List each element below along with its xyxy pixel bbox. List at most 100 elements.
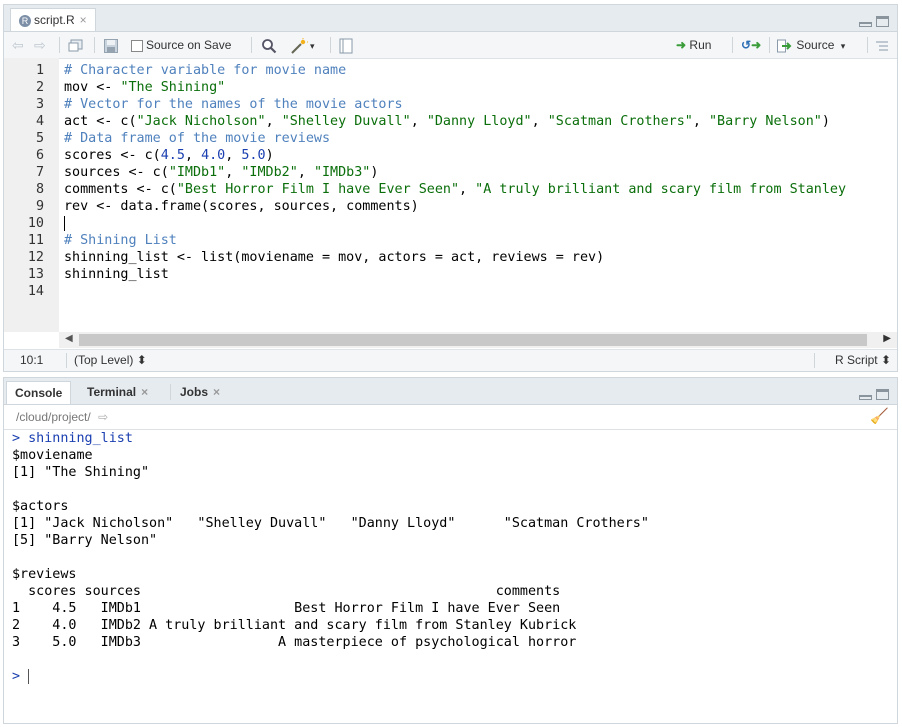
code-line[interactable]: 11 # Shining List <box>4 232 902 249</box>
window-controls <box>855 13 889 27</box>
code-editor[interactable]: 1 # Character variable for movie name 2 mov… <box>4 58 897 332</box>
code-token: act <- c( <box>64 114 137 129</box>
forward-arrow-icon[interactable]: ⇨ <box>34 32 46 58</box>
source-button[interactable]: Source ▾ <box>777 32 845 58</box>
text-cursor <box>64 215 65 231</box>
code-token: "The Shining" <box>120 80 226 95</box>
code-token: "IMDb2" <box>241 165 298 180</box>
line-number: 11 <box>27 233 44 248</box>
code-token: "IMDb3" <box>313 165 371 180</box>
maximize-icon[interactable] <box>876 16 889 27</box>
code-line[interactable]: 13 shinning_list <box>4 266 902 283</box>
code-line[interactable]: 7 sources <- c("IMDb1", "IMDb2", "IMDb3") <box>4 164 902 181</box>
code-line[interactable]: 8 comments <- c("Best Horror Film I have … <box>4 181 902 198</box>
tab-console[interactable]: Console <box>6 381 72 404</box>
code-token: "A truly brilliant and scary film from S… <box>475 182 847 197</box>
clear-console-broom-icon[interactable]: 🧹 <box>870 405 889 429</box>
code-text: scores <- c(4.5, 4.0, 5.0) <box>64 147 274 164</box>
line-number: 1 <box>35 63 44 78</box>
code-line[interactable]: 1 # Character variable for movie name <box>4 62 902 79</box>
line-number: 2 <box>35 80 44 95</box>
editor-tabbar: Rscript.R × <box>4 5 897 32</box>
checkbox-icon[interactable] <box>131 39 143 52</box>
code-line[interactable]: 12 shinning_list <- list(moviename = mov,… <box>4 249 902 266</box>
code-line[interactable]: 6 scores <- c(4.5, 4.0, 5.0) <box>4 147 902 164</box>
tab-label: Terminal <box>87 385 137 399</box>
code-line[interactable]: 4 act <- c("Jack Nicholson", "Shelley Duv… <box>4 113 902 130</box>
search-icon[interactable] <box>261 32 277 58</box>
code-line[interactable]: 5 # Data frame of the movie reviews <box>4 130 902 147</box>
rerun-icon[interactable]: ↺➜ <box>741 32 761 58</box>
horizontal-scrollbar[interactable]: ◀ ▶ <box>59 332 897 348</box>
code-token: "Barry Nelson" <box>709 114 822 129</box>
working-directory-path[interactable]: /cloud/project/ <box>16 410 91 424</box>
line-number: 6 <box>35 148 44 163</box>
code-token: "Best Horror Film I have Ever Seen" <box>176 182 460 197</box>
code-line[interactable]: 10 <box>4 215 902 232</box>
chevron-down-icon[interactable]: ▾ <box>841 41 846 51</box>
tab-script-r[interactable]: Rscript.R × <box>10 8 96 31</box>
code-token: , <box>265 114 282 129</box>
scope-selector[interactable]: (Top Level) ⬍ <box>74 350 147 371</box>
line-number: 4 <box>35 114 44 129</box>
code-tools-wand-icon[interactable]: ▾ <box>290 32 315 58</box>
code-text <box>64 215 65 232</box>
source-label: Source <box>796 38 835 52</box>
go-to-directory-icon[interactable]: ⇨ <box>98 410 108 424</box>
source-on-save-checkbox[interactable]: Source on Save <box>131 32 231 58</box>
tab-terminal[interactable]: Terminal × <box>79 381 156 404</box>
back-arrow-icon[interactable]: ⇦ <box>12 32 24 58</box>
cursor-position: 10:1 <box>20 353 44 367</box>
code-token: sources <- c( <box>64 165 169 180</box>
code-text: comments <- c("Best Horror Film I have E… <box>64 181 846 198</box>
console-output-line: scores sources comments <box>12 584 561 599</box>
show-in-window-icon[interactable] <box>68 32 84 58</box>
code-token: 5.0 <box>241 148 266 163</box>
tab-label: Jobs <box>180 385 209 399</box>
console-prompt-line[interactable]: > shinning_list <box>12 430 133 447</box>
document-outline-icon[interactable] <box>875 32 889 58</box>
window-controls <box>855 386 889 400</box>
code-token: , <box>692 114 709 129</box>
maximize-icon[interactable] <box>876 389 889 400</box>
scroll-left-icon[interactable]: ◀ <box>65 333 73 344</box>
close-icon[interactable]: × <box>141 385 148 399</box>
console-output-line: 3 5.0 IMDb3 A masterpiece of psychologic… <box>12 635 577 650</box>
code-token: ) <box>370 165 379 180</box>
file-type-selector[interactable]: R Script ⬍ <box>835 350 891 371</box>
code-token: ) <box>265 148 274 163</box>
scrollbar-thumb[interactable] <box>79 334 867 346</box>
code-token: , <box>184 148 202 163</box>
code-text: act <- c("Jack Nicholson", "Shelley Duva… <box>64 113 830 130</box>
run-button[interactable]: ➜ Run <box>676 32 711 58</box>
code-text: shinning_list <box>64 266 169 283</box>
tab-jobs[interactable]: Jobs × <box>172 381 228 404</box>
code-token: , <box>410 114 427 129</box>
code-line[interactable]: 3 # Vector for the names of the movie act… <box>4 96 902 113</box>
console-tabbar: Console Terminal × Jobs × <box>4 378 897 405</box>
code-token: 4.0 <box>201 148 226 163</box>
scroll-right-icon[interactable]: ▶ <box>883 333 891 344</box>
console-output[interactable]: > shinning_list $moviename [1] "The Shinin… <box>4 430 897 723</box>
code-token: ) <box>821 114 830 129</box>
close-icon[interactable]: × <box>213 385 220 399</box>
console-prompt-line[interactable]: > <box>12 668 30 685</box>
code-text: # Data frame of the movie reviews <box>64 130 330 147</box>
editor-statusbar: 10:1 (Top Level) ⬍ R Script ⬍ <box>4 349 897 371</box>
code-token: mov <- <box>64 80 121 95</box>
console-output-line: [5] "Barry Nelson" <box>12 533 158 548</box>
code-token: , <box>297 165 314 180</box>
minimize-icon[interactable] <box>859 395 872 400</box>
code-text: # Character variable for movie name <box>64 62 346 79</box>
save-icon[interactable] <box>104 32 118 58</box>
code-line[interactable]: 2 mov <- "The Shining" <box>4 79 902 96</box>
code-token: , <box>225 148 242 163</box>
line-number: 14 <box>27 284 44 299</box>
compile-report-icon[interactable] <box>339 32 353 58</box>
code-line[interactable]: 14 <box>4 283 902 300</box>
code-line[interactable]: 9 rev <- data.frame(scores, sources, comm… <box>4 198 902 215</box>
close-icon[interactable]: × <box>80 13 87 27</box>
line-number: 3 <box>35 97 44 112</box>
minimize-icon[interactable] <box>859 22 872 27</box>
code-text: mov <- "The Shining" <box>64 79 225 96</box>
